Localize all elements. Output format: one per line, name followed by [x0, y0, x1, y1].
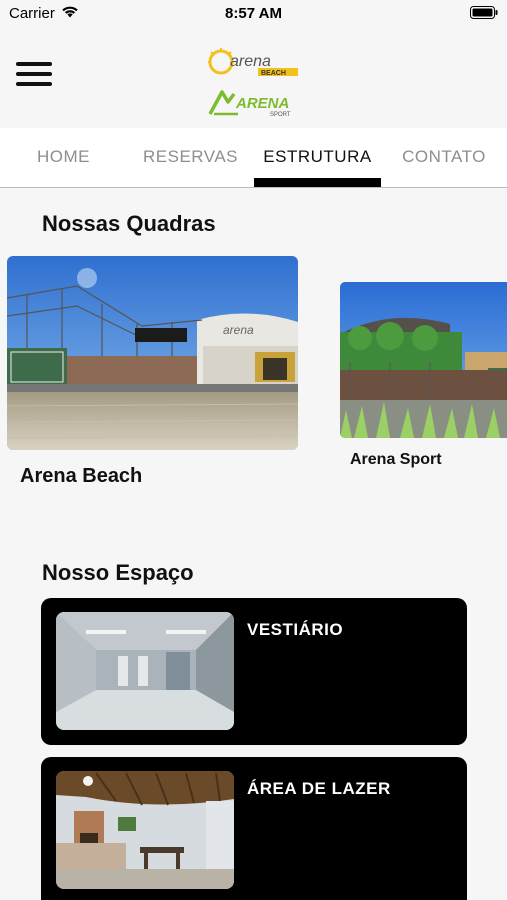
arena-beach-logo: arena BEACH — [208, 48, 298, 77]
svg-text:ARENA: ARENA — [235, 95, 289, 112]
area-de-lazer-photo — [56, 771, 234, 889]
status-time: 8:57 AM — [225, 5, 282, 22]
space-title-area-de-lazer: ÁREA DE LAZER — [247, 779, 391, 798]
svg-text:BEACH: BEACH — [261, 70, 286, 77]
space-title-vestiario: VESTIÁRIO — [247, 620, 344, 639]
arena-sport-logo: ARENA SPORT — [208, 90, 291, 118]
svg-text:SPORT: SPORT — [270, 112, 291, 118]
courts-section-title: Nossas Quadras — [42, 211, 216, 236]
svg-text:arena: arena — [230, 53, 271, 70]
battery-icon — [470, 6, 498, 19]
arena-beach-photo: arena — [7, 256, 298, 450]
vestiario-photo — [56, 612, 234, 730]
tab-contato[interactable]: CONTATO — [381, 128, 507, 186]
arena-sport-photo — [340, 282, 507, 438]
active-tab-indicator — [254, 178, 381, 187]
tab-bar: HOME RESERVAS ESTRUTURA CONTATO — [0, 128, 507, 188]
status-bar: Carrier 8:57 AM — [0, 0, 507, 28]
court-name-arena-sport: Arena Sport — [350, 451, 442, 468]
hamburger-menu-icon[interactable] — [14, 56, 54, 92]
tab-reservas[interactable]: RESERVAS — [127, 128, 254, 186]
space-card-vestiario[interactable]: VESTIÁRIO — [41, 598, 467, 745]
court-card-arena-sport[interactable] — [340, 282, 507, 438]
court-card-arena-beach[interactable]: arena — [7, 256, 298, 450]
building-sign-text: arena — [223, 323, 254, 337]
space-card-area-de-lazer[interactable]: ÁREA DE LAZER — [41, 757, 467, 900]
court-name-arena-beach: Arena Beach — [20, 465, 143, 487]
tab-home[interactable]: HOME — [0, 128, 127, 186]
app-header: arena BEACH ARENA SPORT — [0, 28, 507, 128]
spaces-section-title: Nosso Espaço — [42, 560, 194, 585]
